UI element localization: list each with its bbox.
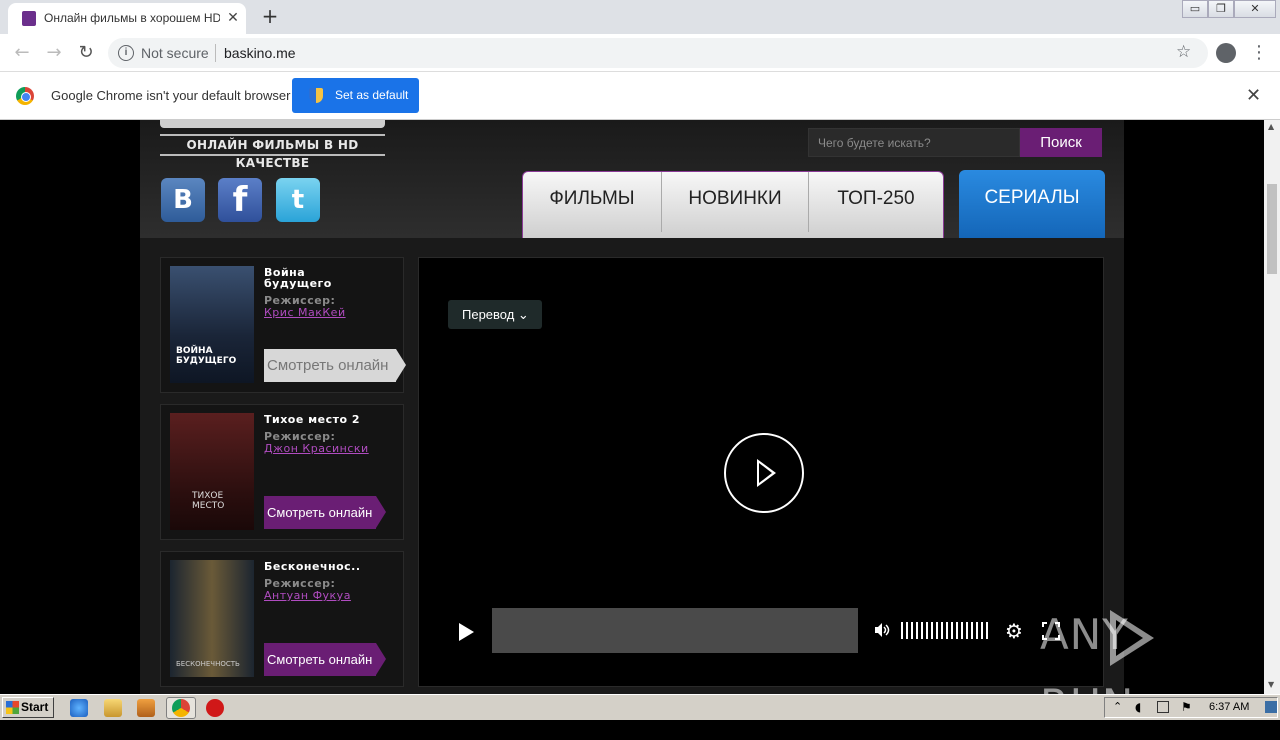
- logo-wordmark: [160, 120, 385, 128]
- windows-logo-icon: [6, 701, 19, 714]
- site-container: ОНЛАЙН ФИЛЬМЫ В HD КАЧЕСТВЕ B f t Чего б…: [140, 120, 1124, 694]
- page-scrollbar[interactable]: ▲ ▼: [1264, 120, 1280, 694]
- browser-tab[interactable]: Онлайн фильмы в хорошем HD кач ✕: [8, 3, 246, 34]
- play-icon[interactable]: [459, 623, 474, 641]
- restore-button[interactable]: ❐: [1208, 0, 1234, 18]
- twitter-icon[interactable]: t: [276, 178, 320, 222]
- set-as-default-label: Set as default: [335, 88, 409, 102]
- scrollbar-thumb[interactable]: [1267, 184, 1277, 274]
- watch-online-button[interactable]: Смотреть онлайн: [264, 496, 386, 529]
- browser-toolbar: ← → ↻ i Not secure baskino.me ☆ ⋮: [0, 34, 1280, 72]
- nav-top250[interactable]: ТОП-250: [809, 172, 943, 232]
- address-separator: [215, 44, 216, 62]
- nav-serialy[interactable]: СЕРИАЛЫ: [959, 170, 1105, 238]
- play-triangle-inner: [759, 463, 772, 483]
- main-nav: ФИЛЬМЫ НОВИНКИ ТОП-250: [522, 171, 944, 238]
- speaker-icon[interactable]: ◖: [1135, 700, 1141, 714]
- tab-title: Онлайн фильмы в хорошем HD кач: [44, 11, 220, 25]
- system-tray: ⌃ ◖ ⚑ 6:37 AM: [1104, 697, 1278, 718]
- poster-title: БЕСКОНЕЧНОСТЬ: [176, 660, 240, 668]
- movie-poster[interactable]: БЕСКОНЕЧНОСТЬ: [170, 560, 254, 677]
- director-link[interactable]: Антуан Фукуа: [264, 589, 351, 602]
- new-tab-button[interactable]: +: [260, 6, 280, 26]
- movie-title[interactable]: Тихое место 2: [264, 414, 394, 425]
- settings-gear-icon[interactable]: ⚙: [1005, 621, 1023, 641]
- big-play-icon[interactable]: [724, 433, 804, 513]
- start-button[interactable]: Start: [2, 697, 54, 718]
- infobar-close-icon[interactable]: ✕: [1246, 85, 1261, 106]
- scroll-down-icon[interactable]: ▼: [1268, 680, 1274, 689]
- watch-online-button[interactable]: Смотреть онлайн: [264, 349, 406, 382]
- search-input[interactable]: Чего будете искать?: [808, 128, 1020, 157]
- tray-expand-icon[interactable]: ⌃: [1113, 700, 1122, 713]
- play-triangle: [757, 459, 776, 487]
- reload-button[interactable]: ↻: [75, 42, 97, 64]
- director-link[interactable]: Джон Красински: [264, 442, 369, 455]
- scroll-up-icon[interactable]: ▲: [1268, 122, 1274, 131]
- info-icon[interactable]: i: [118, 45, 134, 61]
- clock[interactable]: 6:37 AM: [1209, 701, 1249, 713]
- action-center-flag-icon[interactable]: ⚑: [1181, 700, 1192, 714]
- movie-card: ТИХОЕ МЕСТО Тихое место 2 Режиссер: Джон…: [160, 404, 404, 540]
- address-bar[interactable]: i Not secure baskino.me ☆: [108, 38, 1208, 68]
- director-link[interactable]: Крис МакКей: [264, 306, 346, 319]
- chrome-icon: [172, 699, 190, 717]
- set-as-default-button[interactable]: Set as default: [292, 78, 419, 113]
- watch-online-button[interactable]: Смотреть онлайн: [264, 643, 386, 676]
- profile-avatar-icon[interactable]: [1216, 43, 1236, 63]
- network-icon[interactable]: [1157, 701, 1169, 713]
- movie-poster[interactable]: ТИХОЕ МЕСТО: [170, 413, 254, 530]
- site-logo[interactable]: ОНЛАЙН ФИЛЬМЫ В HD КАЧЕСТВЕ: [160, 120, 385, 170]
- tab-strip: Онлайн фильмы в хорошем HD кач ✕ + ▭ ❐ ✕: [0, 0, 1280, 34]
- movie-title[interactable]: Бесконечнос..: [264, 561, 394, 572]
- tab-close-icon[interactable]: ✕: [224, 9, 242, 27]
- chrome-logo-icon: [16, 87, 34, 105]
- url-text[interactable]: baskino.me: [224, 45, 296, 61]
- infobar-message: Google Chrome isn't your default browser: [51, 88, 291, 103]
- windows-taskbar: Start ⌃ ◖ ⚑ 6:37 AM: [0, 694, 1280, 720]
- volume-slider[interactable]: [901, 622, 991, 639]
- uac-shield-icon: [309, 88, 323, 103]
- video-player[interactable]: Перевод ⌄ ⚙: [418, 257, 1104, 687]
- translation-dropdown[interactable]: Перевод ⌄: [448, 300, 542, 329]
- volume-icon[interactable]: [874, 622, 890, 638]
- media-player-icon[interactable]: [137, 699, 155, 717]
- logo-subtitle: ОНЛАЙН ФИЛЬМЫ В HD КАЧЕСТВЕ: [160, 134, 385, 170]
- movie-poster[interactable]: ВОЙНА БУДУЩЕГО: [170, 266, 254, 383]
- security-label[interactable]: Not secure: [141, 45, 209, 61]
- start-label: Start: [21, 700, 49, 714]
- vk-icon[interactable]: B: [161, 178, 205, 222]
- forward-button[interactable]: →: [43, 42, 65, 64]
- poster-title: ВОЙНА БУДУЩЕГО: [176, 346, 237, 366]
- search-button[interactable]: Поиск: [1020, 128, 1102, 157]
- movie-title[interactable]: Война будущего: [264, 267, 344, 289]
- minimize-button[interactable]: ▭: [1182, 0, 1208, 18]
- back-button[interactable]: ←: [11, 42, 33, 64]
- poster-title: ТИХОЕ МЕСТО: [192, 491, 225, 511]
- nav-novinki[interactable]: НОВИНКИ: [662, 172, 809, 232]
- show-desktop-icon[interactable]: [1265, 701, 1277, 713]
- anyrun-watermark: ANY RUN: [1040, 600, 1240, 729]
- progress-bar[interactable]: [492, 608, 858, 653]
- default-browser-infobar: Google Chrome isn't your default browser…: [0, 72, 1280, 120]
- movie-card: БЕСКОНЕЧНОСТЬ Бесконечнос.. Режиссер: Ан…: [160, 551, 404, 687]
- site-favicon-icon: [22, 11, 36, 26]
- close-window-button[interactable]: ✕: [1234, 0, 1276, 18]
- bookmark-star-icon[interactable]: ☆: [1176, 42, 1191, 62]
- opera-icon[interactable]: [206, 699, 224, 717]
- facebook-icon[interactable]: f: [218, 178, 262, 222]
- search-form: Чего будете искать? Поиск: [808, 128, 1102, 157]
- movie-card: ВОЙНА БУДУЩЕГО Война будущего Режиссер: …: [160, 257, 406, 393]
- chrome-menu-icon[interactable]: ⋮: [1250, 42, 1268, 64]
- file-explorer-icon[interactable]: [104, 699, 122, 717]
- nav-filmy[interactable]: ФИЛЬМЫ: [523, 172, 662, 232]
- site-header: ОНЛАЙН ФИЛЬМЫ В HD КАЧЕСТВЕ B f t Чего б…: [140, 120, 1124, 238]
- internet-explorer-icon[interactable]: [70, 699, 88, 717]
